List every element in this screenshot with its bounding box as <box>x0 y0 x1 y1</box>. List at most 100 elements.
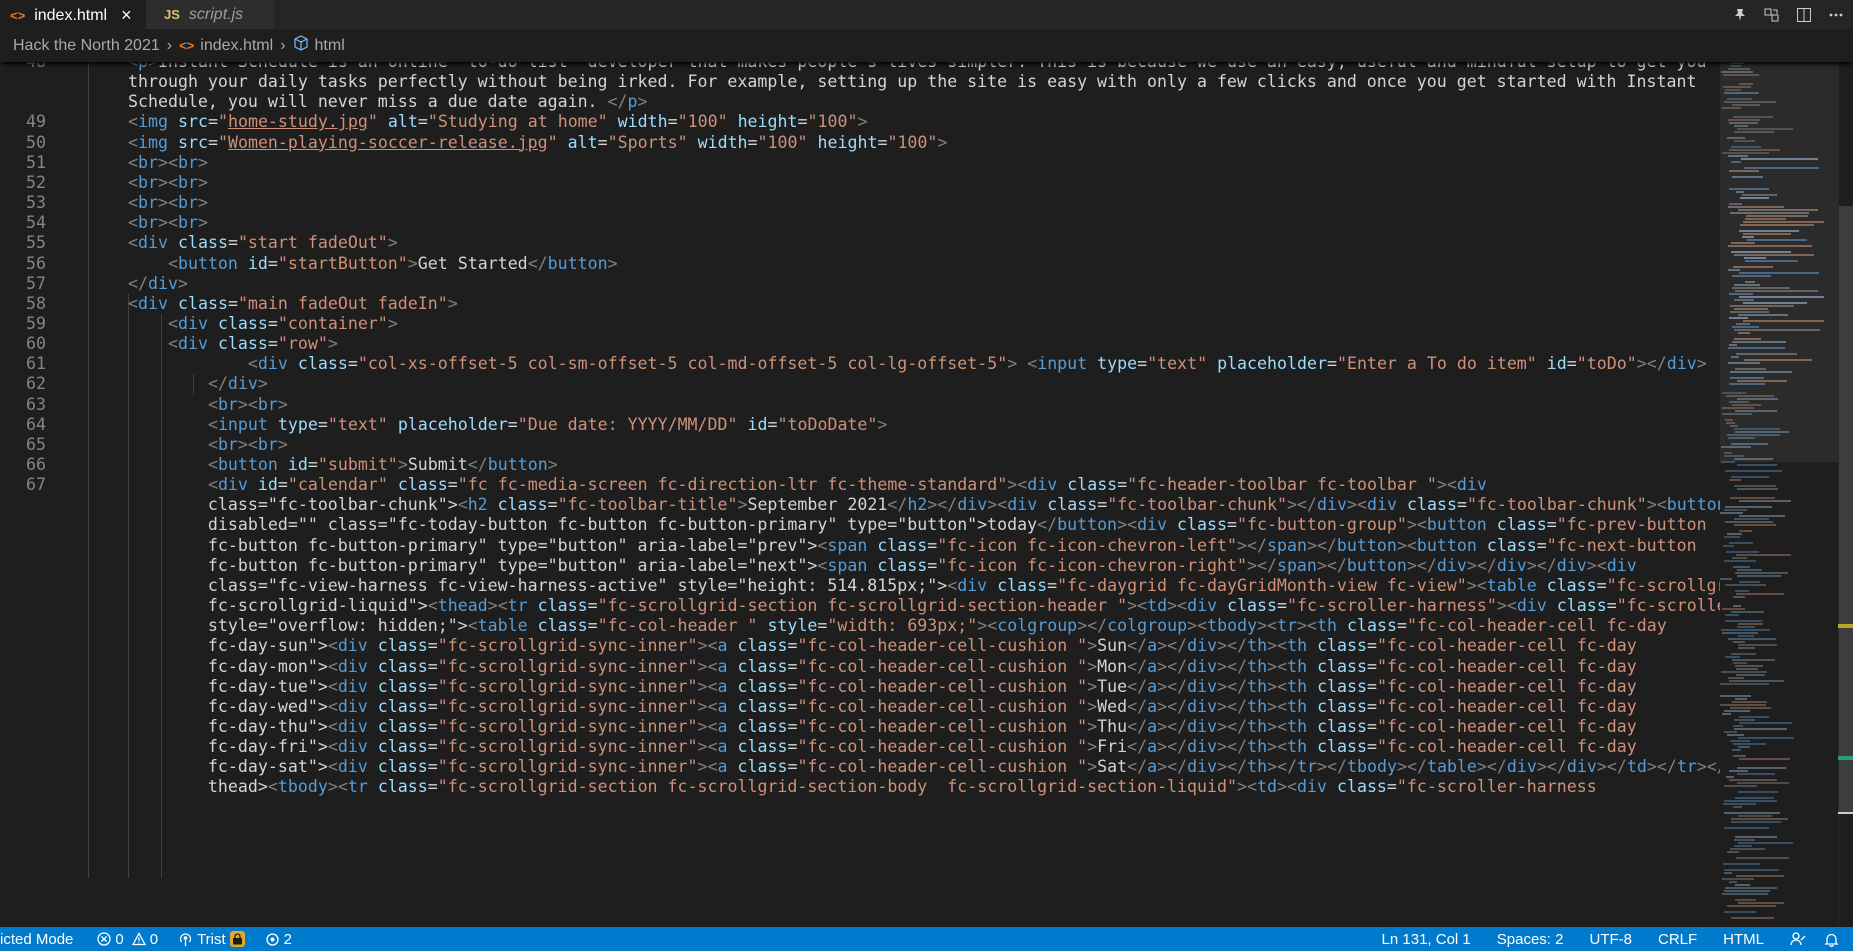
breadcrumb-file[interactable]: <> index.html <box>179 37 273 55</box>
restricted-mode-indicator[interactable]: icted Mode <box>0 927 86 951</box>
code-editor[interactable]: 48<p>Instant Schedule is an online "to-d… <box>0 52 1840 924</box>
ports-indicator[interactable]: 2 <box>265 927 292 951</box>
minimap-line <box>1737 782 1789 784</box>
tab-script-js[interactable]: JS script.js <box>146 0 274 29</box>
minimap-line <box>1735 899 1756 901</box>
code-text: <img src="Women-playing-soccer-release.j… <box>128 132 948 152</box>
minimap-line <box>1724 509 1747 511</box>
minimap-line <box>1731 821 1781 823</box>
tab-index-html[interactable]: <> index.html × <box>0 0 146 30</box>
minimap-line <box>1729 479 1741 481</box>
status-bar: icted Mode 0 0 Trist 2 Ln 131, Col 1 Spa… <box>0 927 1853 951</box>
scrollbar-thumb[interactable] <box>1839 206 1853 814</box>
minimap-line <box>1721 671 1767 673</box>
minimap-line <box>1724 710 1750 712</box>
minimap-line <box>1727 851 1739 853</box>
minimap-line <box>1729 881 1737 883</box>
breadcrumb: Hack the North 2021 › <> index.html › ht… <box>0 29 1853 62</box>
minimap-slider[interactable] <box>1720 62 1840 462</box>
minimap-line <box>1722 893 1768 895</box>
more-actions-icon[interactable] <box>1827 6 1845 24</box>
minimap-line <box>1739 500 1791 502</box>
minimap-line <box>1723 863 1760 865</box>
pin-icon[interactable] <box>1731 6 1749 24</box>
minimap-line <box>1734 728 1787 730</box>
minimap-line <box>1738 647 1755 649</box>
minimap-line <box>1731 653 1756 655</box>
ports-count: 2 <box>283 930 293 948</box>
breadcrumb-file-label: index.html <box>200 36 274 54</box>
minimap-line <box>1727 533 1742 535</box>
editor-actions <box>1731 0 1845 29</box>
minimap-line <box>1738 737 1794 739</box>
bell-icon[interactable] <box>1824 927 1839 951</box>
breadcrumb-project[interactable]: Hack the North 2021 <box>13 37 160 55</box>
minimap-line <box>1722 608 1745 610</box>
minimap-line <box>1737 569 1762 571</box>
warning-count: 0 <box>149 930 159 948</box>
language-mode[interactable]: HTML <box>1723 927 1764 951</box>
minimap-line <box>1739 722 1792 724</box>
minimap-line <box>1724 812 1780 814</box>
minimap-line <box>1724 827 1769 829</box>
code-text: thead><tbody><tr class="fc-scrollgrid-se… <box>128 777 1597 797</box>
encoding[interactable]: UTF-8 <box>1589 927 1632 951</box>
minimap-line <box>1738 902 1784 904</box>
minimap-line <box>1725 506 1772 508</box>
cursor-position[interactable]: Ln 131, Col 1 <box>1382 927 1471 951</box>
lock-icon <box>229 931 245 947</box>
minimap-line <box>1731 611 1764 613</box>
minimap-line <box>1731 818 1788 820</box>
minimap-line <box>1724 800 1777 802</box>
tab-label: script.js <box>188 5 244 23</box>
minimap-line <box>1734 524 1776 526</box>
minimap-line <box>1730 848 1765 850</box>
breadcrumb-element[interactable]: html <box>293 35 345 56</box>
minimap-line <box>1725 470 1782 472</box>
minimap-line <box>1720 683 1769 685</box>
scrollbar-marker <box>1838 624 1853 628</box>
minimap-line <box>1735 797 1774 799</box>
close-icon[interactable]: × <box>121 5 132 26</box>
minimap-line <box>1733 755 1746 757</box>
minimap-line <box>1739 515 1785 517</box>
minimap-line <box>1733 725 1743 727</box>
minimap-line <box>1736 593 1784 595</box>
split-editor-icon[interactable] <box>1795 6 1813 24</box>
minimap-line <box>1738 644 1777 646</box>
minimap-line <box>1733 596 1745 598</box>
minimap-line <box>1735 665 1763 667</box>
minimap-line <box>1729 779 1777 781</box>
ports-icon <box>266 932 279 946</box>
end-of-line[interactable]: CRLF <box>1658 927 1697 951</box>
indentation[interactable]: Spaces: 2 <box>1497 927 1564 951</box>
minimap-line <box>1730 707 1771 709</box>
minimap-line <box>1729 542 1753 544</box>
problems-indicator[interactable]: 0 0 <box>97 927 158 951</box>
minimap-line <box>1737 464 1777 466</box>
minimap-line <box>1736 674 1765 676</box>
minimap-line <box>1737 773 1775 775</box>
minimap-line <box>1729 680 1784 682</box>
minimap-line <box>1738 635 1754 637</box>
live-share-label: Trist <box>197 930 226 948</box>
minimap-line <box>1729 770 1748 772</box>
minimap-line <box>1725 521 1773 523</box>
minimap-line <box>1731 917 1774 919</box>
live-share-status[interactable]: Trist <box>178 927 245 951</box>
html-file-icon: <> <box>179 38 195 53</box>
minimap-line <box>1734 485 1776 487</box>
chevron-right-icon: › <box>280 36 286 54</box>
minimap-line <box>1732 659 1775 661</box>
open-changes-icon[interactable] <box>1763 6 1781 24</box>
minimap-line <box>1736 554 1791 556</box>
minimap-line <box>1726 551 1759 553</box>
html-file-icon: <> <box>10 8 26 23</box>
code-text: <button id="startButton">Get Started</bu… <box>167 253 618 273</box>
feedback-icon[interactable] <box>1790 927 1806 951</box>
minimap-line <box>1720 695 1751 697</box>
error-count: 0 <box>115 930 124 948</box>
minimap-line <box>1723 545 1734 547</box>
minimap-line <box>1733 662 1747 664</box>
indent-guide <box>88 52 89 879</box>
